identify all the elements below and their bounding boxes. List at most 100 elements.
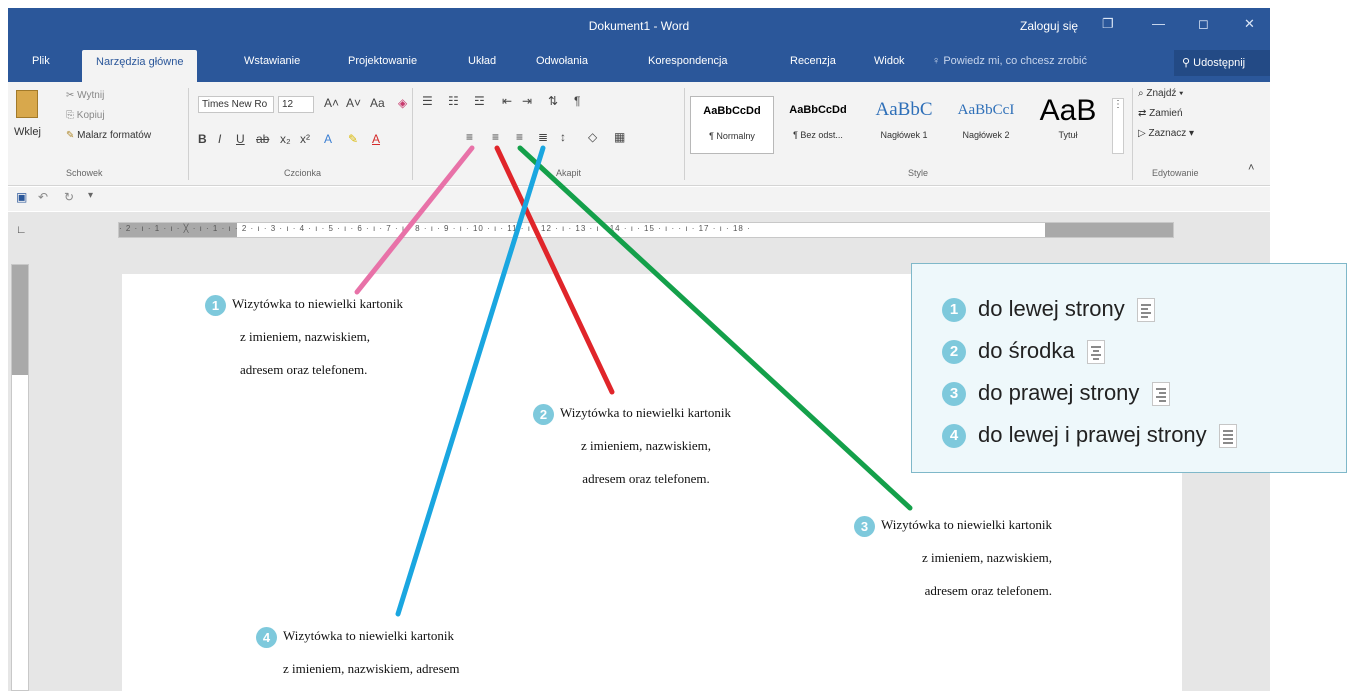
find-button[interactable]: ⌕ Znajdź ▾ — [1138, 88, 1183, 99]
lightbulb-icon: ♀ — [932, 55, 941, 67]
share-label: Udostępnij — [1193, 57, 1246, 69]
align-right-icon[interactable]: ≡ — [516, 130, 523, 144]
styles-group-label: Style — [908, 168, 929, 178]
tab-layout[interactable]: Układ — [468, 55, 496, 67]
brush-icon: ✎ — [66, 130, 78, 141]
horizontal-ruler[interactable]: · 2 · ı · 1 · ı · ╳ · ı · 1 · ı · 2 · ı … — [118, 222, 1174, 238]
style-sample: AaBbCcI — [957, 102, 1015, 118]
title-bar: Dokument1 - Word Zaloguj się ❐ — ◻ ✕ — [8, 8, 1270, 44]
number-badge: 3 — [854, 515, 876, 537]
tab-selector-icon[interactable]: ∟ — [16, 224, 27, 236]
borders-icon[interactable]: ▦ — [614, 130, 625, 144]
paragraph-justified: 4 Wizytówka to niewielki kartonik z imien… — [256, 619, 460, 685]
style-heading-2[interactable]: AaBbCcI Nagłówek 2 — [944, 96, 1028, 154]
group-divider — [188, 88, 189, 180]
replace-button[interactable]: ⇄ Zamień — [1138, 108, 1183, 119]
line-spacing-icon[interactable]: ↕ — [560, 130, 566, 144]
clear-format-icon[interactable]: ◈ — [398, 96, 407, 110]
tab-view[interactable]: Widok — [874, 55, 905, 67]
ruler-numbers: · 2 · ı · 1 · ı · ╳ · ı · 1 · ı · 2 · ı … — [119, 224, 751, 233]
multilevel-list-icon[interactable]: ☲ — [474, 94, 485, 108]
shrink-font-icon[interactable]: A˅ — [346, 96, 361, 110]
ruler-row: ∟ · 2 · ı · 1 · ı · ╳ · ı · 1 · ı · 2 · … — [8, 212, 1270, 248]
align-left-icon — [1136, 298, 1155, 323]
undo-icon[interactable]: ↶ — [38, 190, 48, 204]
align-center-icon[interactable]: ≡ — [492, 130, 499, 144]
highlight-icon[interactable]: ✎ — [348, 132, 358, 146]
text-line: adresem oraz telefonem. — [582, 471, 710, 486]
save-icon[interactable]: ▣ — [16, 190, 27, 204]
select-button[interactable]: ▷ Zaznacz ▾ — [1138, 128, 1194, 139]
grow-font-icon[interactable]: A˄ — [324, 96, 339, 110]
minimize-icon[interactable]: — — [1152, 16, 1165, 31]
tab-home[interactable]: Narzędzia główne — [82, 50, 198, 82]
pilcrow-icon[interactable]: ¶ — [574, 94, 580, 108]
underline-button[interactable]: U — [236, 132, 245, 146]
number-badge: 2 — [533, 403, 555, 425]
cut-button[interactable]: ✂ Wytnij — [66, 90, 104, 101]
decrease-indent-icon[interactable]: ⇤ — [502, 94, 512, 108]
legend-item: 4 do lewej i prawej strony — [942, 420, 1237, 450]
close-icon[interactable]: ✕ — [1244, 16, 1255, 32]
style-name: ¶ Bez odst... — [793, 130, 843, 140]
align-right-icon — [1151, 382, 1170, 407]
maximize-icon[interactable]: ◻ — [1198, 16, 1209, 32]
style-no-spacing[interactable]: AaBbCcDd ¶ Bez odst... — [776, 96, 860, 154]
sort-icon[interactable]: ⇅ — [548, 94, 558, 108]
format-painter-button[interactable]: ✎ Malarz formatów — [66, 130, 151, 141]
justify-icon — [1218, 424, 1237, 449]
copy-button[interactable]: ⎘ Kopiuj — [66, 110, 105, 121]
collapse-ribbon-icon[interactable]: ˄ — [1248, 162, 1254, 174]
font-group-label: Czcionka — [284, 168, 322, 178]
clipboard-group-label: Schowek — [66, 168, 103, 178]
tell-me-box[interactable]: ♀ Powiedz mi, co chcesz zrobić — [932, 55, 1087, 67]
tab-references[interactable]: Odwołania — [536, 55, 588, 67]
legend-item: 1 do lewej strony — [942, 294, 1155, 324]
bold-button[interactable]: B — [198, 132, 207, 146]
italic-button[interactable]: I — [218, 132, 221, 146]
font-name-box[interactable]: Times New Ro — [198, 96, 274, 113]
font-size-box[interactable]: 12 — [278, 96, 314, 113]
numbering-icon[interactable]: ☷ — [448, 94, 459, 108]
tab-review[interactable]: Recenzja — [790, 55, 836, 67]
change-case-icon[interactable]: Aa — [370, 96, 385, 110]
legend-text: do prawej strony — [978, 380, 1140, 405]
customize-qat-icon[interactable]: ▾ — [88, 190, 93, 201]
style-heading-1[interactable]: AaBbC Nagłówek 1 — [862, 96, 946, 154]
increase-indent-icon[interactable]: ⇥ — [522, 94, 532, 108]
group-divider — [412, 88, 413, 180]
text-line: z imieniem, nazwiskiem, — [581, 438, 711, 453]
style-title[interactable]: AaB Tytuł — [1026, 96, 1110, 154]
style-normal[interactable]: AaBbCcDd ¶ Normalny — [690, 96, 774, 154]
superscript-button[interactable]: x² — [300, 132, 310, 146]
text-effects-icon[interactable]: A — [324, 132, 332, 146]
style-name: Nagłówek 1 — [880, 130, 928, 140]
text-line: adresem oraz telefonem. — [240, 362, 368, 377]
shading-icon[interactable]: ◇ — [588, 130, 597, 144]
style-sample: AaBbCcDd — [789, 104, 847, 116]
vertical-ruler[interactable] — [11, 264, 29, 691]
strikethrough-button[interactable]: ab — [256, 132, 269, 146]
tab-insert[interactable]: Wstawianie — [244, 55, 300, 67]
tab-design[interactable]: Projektowanie — [348, 55, 417, 67]
text-line: z imieniem, nazwiskiem, — [922, 550, 1052, 565]
redo-icon[interactable]: ↻ — [64, 190, 74, 204]
group-divider — [684, 88, 685, 180]
login-link[interactable]: Zaloguj się — [1020, 19, 1078, 33]
paste-icon[interactable] — [16, 90, 38, 118]
font-color-icon[interactable]: A — [372, 132, 380, 146]
justify-icon[interactable]: ≣ — [538, 130, 548, 144]
bullets-icon[interactable]: ☰ — [422, 94, 433, 108]
ribbon-display-icon[interactable]: ❐ — [1102, 16, 1114, 32]
tell-me-text: Powiedz mi, co chcesz zrobić — [943, 55, 1087, 67]
tab-mailings[interactable]: Korespondencja — [648, 55, 728, 67]
number-badge: 3 — [942, 382, 966, 407]
share-button[interactable]: ⚲ Udostępnij — [1174, 50, 1270, 76]
tab-file[interactable]: Plik — [32, 55, 50, 67]
legend-text: do lewej strony — [978, 296, 1125, 321]
subscript-button[interactable]: x₂ — [280, 132, 291, 146]
paste-button[interactable]: Wklej — [14, 126, 41, 138]
number-badge: 2 — [942, 340, 966, 365]
styles-scroll-icon[interactable]: ⋮ — [1112, 98, 1124, 154]
align-left-icon[interactable]: ≡ — [466, 130, 473, 144]
